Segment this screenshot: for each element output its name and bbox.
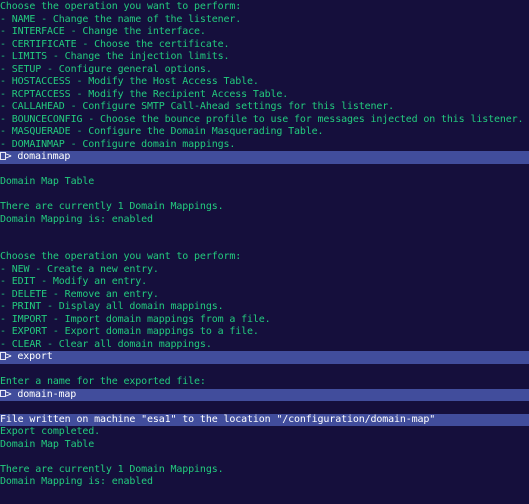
output-export-completed: Export completed. [0, 426, 100, 437]
prompt-input-domainmap[interactable]: > domainmap [0, 151, 529, 164]
menu-option-export: - EXPORT - Export domain mappings to a f… [0, 326, 259, 337]
output-filename-request: Enter a name for the exported file: [0, 376, 206, 387]
menu-option-bounceconfig: - BOUNCECONFIG - Choose the bounce profi… [0, 113, 524, 125]
menu-option-hostaccess: - HOSTACCESS - Modify the Host Access Ta… [0, 76, 259, 87]
output-mapping-status: Domain Mapping is: enabled [0, 213, 153, 225]
menu-header-listener: Choose the operation you want to perform… [0, 1, 242, 12]
prompt-command-text[interactable]: domain-map [17, 389, 76, 400]
output-domain-map-table-heading: Domain Map Table [0, 176, 95, 187]
prompt-input-filename[interactable]: > domain-map [0, 388, 529, 401]
output-mapping-count: There are currently 1 Domain Mappings. [0, 201, 224, 212]
menu-option-print: - PRINT - Display all domain mappings. [0, 301, 224, 312]
output-domain-map-table-heading-2: Domain Map Table [0, 438, 95, 450]
output-mapping-status-2: Domain Mapping is: enabled [0, 476, 153, 487]
menu-option-domainmap: - DOMAINMAP - Configure domain mappings. [0, 138, 236, 150]
prompt-marker: > [5, 388, 18, 400]
output-file-written: File written on machine "esa1" to the lo… [0, 413, 529, 426]
menu-header-domainmap: Choose the operation you want to perform… [0, 251, 242, 262]
terminal-screen[interactable]: Choose the operation you want to perform… [0, 1, 529, 489]
menu-option-callahead: - CALLAHEAD - Configure SMTP Call-Ahead … [0, 101, 394, 112]
menu-option-rcptaccess: - RCPTACCESS - Modify the Recipient Acce… [0, 88, 289, 100]
menu-option-interface: - INTERFACE - Change the interface. [0, 26, 206, 37]
menu-option-limits: - LIMITS - Change the injection limits. [0, 51, 230, 62]
prompt-command-text[interactable]: export [17, 351, 52, 362]
prompt-marker: > [5, 351, 18, 362]
output-mapping-count-2: There are currently 1 Domain Mappings. [0, 463, 224, 475]
prompt-marker: > [5, 151, 18, 162]
menu-option-clear: - CLEAR - Clear all domain mappings. [0, 338, 212, 350]
menu-option-masquerade: - MASQUERADE - Configure the Domain Masq… [0, 126, 324, 137]
terminal-window[interactable]: Choose the operation you want to perform… [0, 0, 529, 504]
menu-option-delete: - DELETE - Remove an entry. [0, 288, 159, 300]
prompt-input-export[interactable]: > export [0, 351, 529, 364]
prompt-command-text[interactable]: domainmap [17, 151, 70, 162]
menu-option-import: - IMPORT - Import domain mappings from a… [0, 313, 271, 325]
menu-option-certificate: - CERTIFICATE - Choose the certificate. [0, 38, 230, 50]
menu-option-name: - NAME - Change the name of the listener… [0, 13, 242, 25]
menu-option-edit: - EDIT - Modify an entry. [0, 276, 148, 287]
menu-option-new: - NEW - Create a new entry. [0, 263, 159, 275]
menu-option-setup: - SETUP - Configure general options. [0, 63, 212, 75]
